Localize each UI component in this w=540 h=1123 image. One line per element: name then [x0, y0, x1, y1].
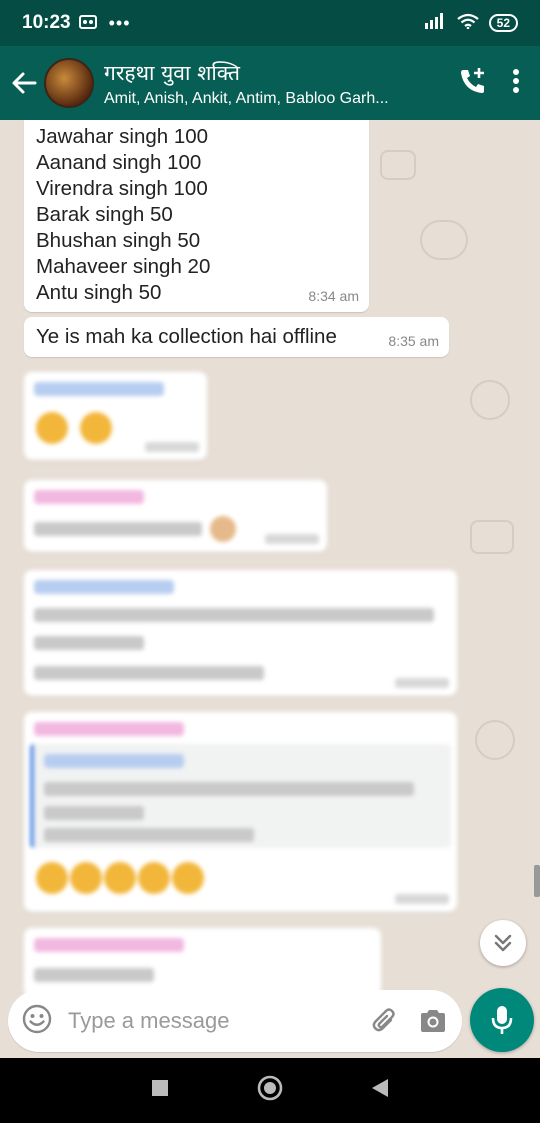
redacted-text	[44, 806, 144, 820]
redacted-message[interactable]	[24, 480, 327, 552]
redacted-time	[265, 534, 319, 544]
redacted-message[interactable]	[24, 570, 457, 696]
redacted-text	[34, 636, 144, 650]
message-line: Aanand singh 100	[36, 151, 202, 174]
message-bubble[interactable]: Ye is mah ka collection hai offline 8:35…	[24, 317, 449, 357]
notification-dots: •••	[108, 12, 131, 33]
more-vert-icon[interactable]	[512, 68, 520, 99]
redacted-text	[34, 608, 434, 622]
home-icon[interactable]	[257, 1075, 283, 1106]
redacted-sender	[34, 722, 184, 736]
wallpaper-doodle	[380, 150, 416, 180]
redacted-message[interactable]	[24, 712, 457, 912]
wallpaper-doodle	[475, 720, 515, 760]
message-line: Barak singh 50	[36, 203, 173, 226]
laughing-emoji-icon	[70, 862, 102, 894]
chat-area[interactable]: Jawahar singh 100 Aanand singh 100 Viren…	[0, 120, 540, 1058]
message-bubble[interactable]: Jawahar singh 100 Aanand singh 100 Viren…	[24, 120, 369, 312]
wallpaper-doodle	[420, 220, 468, 260]
message-time: 8:34 am	[308, 288, 359, 304]
camera-icon[interactable]	[418, 1007, 448, 1035]
folded-hands-icon	[210, 516, 236, 542]
redacted-sender	[44, 754, 184, 768]
group-title: गरहथा युवा शक्ति	[104, 60, 241, 85]
emoji-icon[interactable]	[22, 1004, 52, 1039]
wallpaper-doodle	[470, 520, 514, 554]
message-line: Bhushan singh 50	[36, 229, 201, 252]
laughing-emoji-icon	[104, 862, 136, 894]
redacted-sender	[34, 938, 184, 952]
group-avatar[interactable]	[44, 58, 94, 108]
back-icon[interactable]	[371, 1078, 389, 1103]
attach-icon[interactable]	[370, 1006, 400, 1036]
redacted-text	[44, 828, 254, 842]
scroll-to-bottom-button[interactable]	[480, 920, 526, 966]
laughing-emoji-icon	[172, 862, 204, 894]
redacted-text	[44, 782, 414, 796]
back-arrow-icon[interactable]	[4, 71, 44, 95]
message-line: Virendra singh 100	[36, 177, 208, 200]
double-chevron-down-icon	[494, 934, 512, 952]
scrollbar[interactable]	[534, 865, 540, 897]
message-input[interactable]: Type a message	[68, 1008, 352, 1034]
laughing-emoji-icon	[138, 862, 170, 894]
thumbs-up-icon	[36, 412, 68, 444]
redacted-message[interactable]	[24, 928, 381, 998]
message-line: Jawahar singh 100	[36, 125, 209, 148]
quoted-message[interactable]	[30, 744, 451, 848]
redacted-sender	[34, 382, 164, 396]
thumbs-up-icon	[80, 412, 112, 444]
add-call-icon[interactable]	[458, 66, 488, 101]
wifi-icon	[456, 13, 479, 34]
status-time: 10:23	[22, 12, 71, 33]
battery-indicator: 52	[488, 14, 518, 32]
system-navigation-bar	[0, 1058, 540, 1123]
group-info[interactable]: गरहथा युवा शक्ति Amit, Anish, Ankit, Ant…	[104, 59, 424, 108]
redacted-time	[395, 894, 449, 904]
redacted-sender	[34, 580, 174, 594]
group-members: Amit, Anish, Ankit, Antim, Babloo Garh..…	[104, 89, 389, 107]
screen-cast-icon	[78, 14, 97, 32]
chat-header: गरहथा युवा शक्ति Amit, Anish, Ankit, Ant…	[0, 46, 540, 120]
redacted-time	[395, 678, 449, 688]
redacted-text	[34, 522, 202, 536]
redacted-time	[145, 442, 199, 452]
mic-icon	[491, 1006, 513, 1034]
redacted-message[interactable]	[24, 372, 207, 460]
message-text: Ye is mah ka collection hai offline	[36, 325, 337, 348]
message-time: 8:35 am	[388, 333, 439, 349]
redacted-forwarded-label	[34, 968, 154, 982]
recents-icon[interactable]	[151, 1079, 169, 1102]
status-bar: 10:23 ••• 52	[0, 0, 540, 46]
wallpaper-doodle	[470, 380, 510, 420]
message-composer[interactable]: Type a message	[8, 990, 462, 1052]
redacted-sender	[34, 490, 144, 504]
signal-icon	[424, 12, 447, 34]
laughing-emoji-icon	[36, 862, 68, 894]
redacted-text	[34, 666, 264, 680]
message-line: Mahaveer singh 20	[36, 255, 211, 278]
voice-message-button[interactable]	[470, 988, 534, 1052]
